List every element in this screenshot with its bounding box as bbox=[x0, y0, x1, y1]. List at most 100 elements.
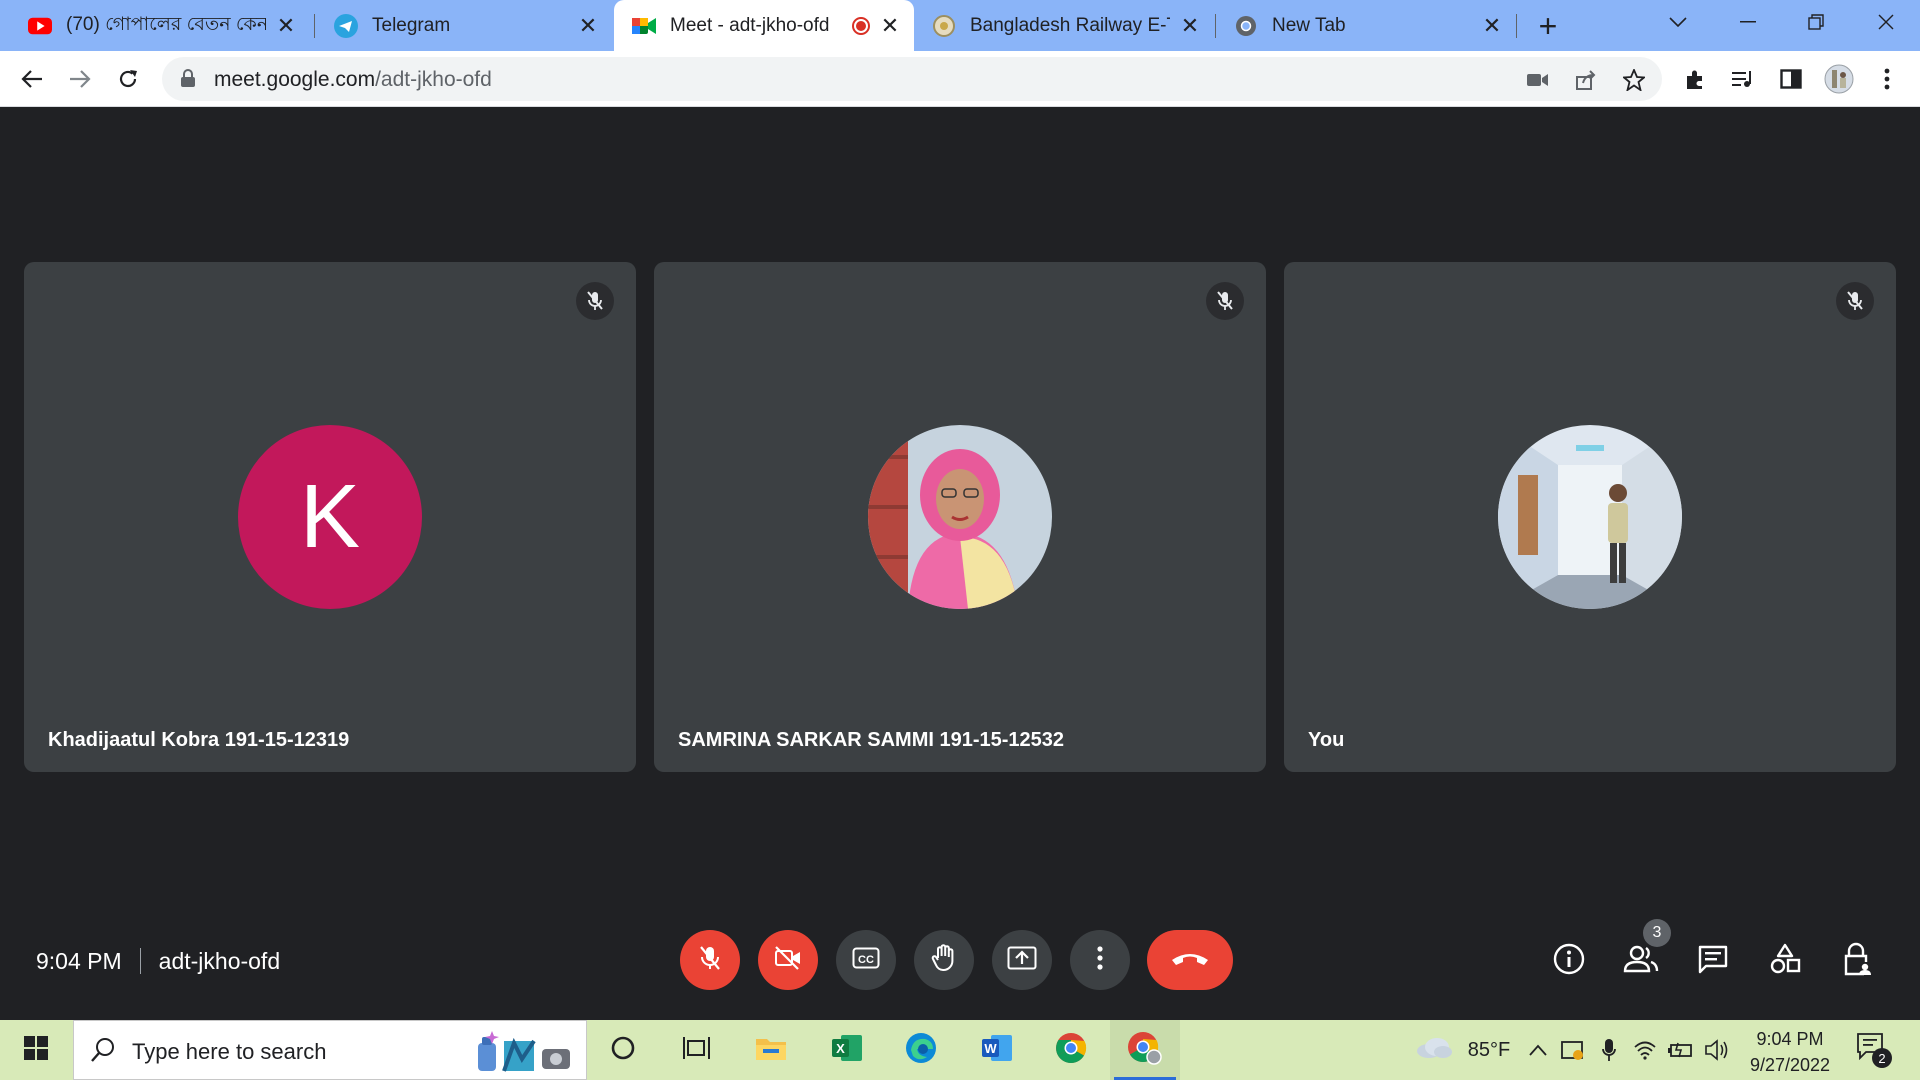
windows-logo-icon bbox=[24, 1035, 48, 1065]
word-icon: W bbox=[981, 1033, 1013, 1068]
camera-in-use-icon[interactable] bbox=[1526, 68, 1550, 92]
restore-icon[interactable] bbox=[1796, 6, 1836, 38]
close-tab-icon[interactable]: ✕ bbox=[576, 13, 600, 38]
weather-temperature[interactable]: 85°F bbox=[1458, 1020, 1520, 1080]
avatar bbox=[1498, 425, 1682, 609]
info-icon bbox=[1553, 943, 1585, 980]
meeting-time: 9:04 PM bbox=[36, 947, 122, 974]
close-tab-icon[interactable]: ✕ bbox=[878, 13, 902, 38]
end-call-button[interactable] bbox=[1147, 930, 1233, 990]
camera-off-icon bbox=[774, 945, 802, 975]
taskbar-search[interactable]: Type here to search bbox=[73, 1020, 587, 1080]
cortana-button[interactable] bbox=[588, 1020, 658, 1080]
railway-icon bbox=[932, 14, 956, 38]
present-screen-button[interactable] bbox=[992, 930, 1052, 990]
participant-tile[interactable]: K Khadijaatul Kobra 191-15-12319 bbox=[24, 262, 636, 772]
chat-button[interactable] bbox=[1692, 940, 1734, 982]
address-bar[interactable]: meet.google.com/adt-jkho-ofd bbox=[162, 57, 1662, 101]
participant-count-badge: 3 bbox=[1643, 919, 1671, 947]
url-host: meet.google.com bbox=[214, 68, 376, 91]
excel-icon: X bbox=[831, 1033, 863, 1068]
lock-icon[interactable] bbox=[180, 68, 202, 90]
present-screen-icon bbox=[1007, 946, 1037, 975]
meeting-code: adt-jkho-ofd bbox=[158, 947, 281, 974]
chrome-profile-icon bbox=[1127, 1031, 1163, 1070]
tab-new-tab[interactable]: New Tab ✕ bbox=[1216, 0, 1516, 51]
mic-toggle-button[interactable] bbox=[680, 930, 740, 990]
close-tab-icon[interactable]: ✕ bbox=[274, 13, 298, 38]
task-view-button[interactable] bbox=[662, 1020, 732, 1080]
close-tab-icon[interactable]: ✕ bbox=[1178, 13, 1202, 38]
chrome-icon bbox=[1234, 14, 1258, 38]
taskbar-edge[interactable] bbox=[886, 1020, 956, 1080]
divider bbox=[139, 948, 141, 974]
participant-name: You bbox=[1308, 729, 1345, 751]
tab-railway[interactable]: Bangladesh Railway E-Ticl ✕ bbox=[914, 0, 1214, 51]
side-panel-icon[interactable] bbox=[1776, 64, 1806, 94]
show-hidden-icons-icon[interactable] bbox=[1524, 1020, 1552, 1080]
windows-taskbar: Type here to search X W 85°F 9:04 PM 9/2… bbox=[0, 1020, 1920, 1080]
tab-title: Meet - adt-jkho-ofd bbox=[670, 14, 830, 36]
tab-meet[interactable]: Meet - adt-jkho-ofd ✕ bbox=[614, 0, 914, 51]
close-window-icon[interactable] bbox=[1866, 6, 1906, 38]
chat-icon bbox=[1697, 944, 1729, 979]
tab-youtube[interactable]: (70) গোপালের বেতন কেন ✕ bbox=[10, 0, 310, 51]
meeting-info: 9:04 PM adt-jkho-ofd bbox=[36, 944, 280, 978]
wifi-icon[interactable] bbox=[1630, 1020, 1660, 1080]
notification-center-button[interactable]: 2 bbox=[1856, 1032, 1892, 1068]
weather-widget[interactable] bbox=[1410, 1020, 1458, 1080]
participant-tile[interactable]: SAMRINA SARKAR SAMMI 191-15-12532 bbox=[654, 262, 1266, 772]
search-highlight-illustration-icon[interactable] bbox=[470, 1029, 576, 1075]
avatar bbox=[868, 425, 1052, 609]
share-icon[interactable] bbox=[1574, 68, 1598, 92]
activities-button[interactable] bbox=[1764, 940, 1806, 982]
browser-toolbar: meet.google.com/adt-jkho-ofd bbox=[0, 51, 1920, 107]
profile-avatar-icon[interactable] bbox=[1824, 64, 1854, 94]
back-button[interactable] bbox=[14, 61, 50, 97]
tab-divider bbox=[314, 14, 315, 38]
mic-off-icon bbox=[576, 282, 614, 320]
start-button[interactable] bbox=[0, 1020, 72, 1080]
taskbar-excel[interactable]: X bbox=[812, 1020, 882, 1080]
raise-hand-button[interactable] bbox=[914, 930, 974, 990]
meeting-details-button[interactable] bbox=[1548, 940, 1590, 982]
system-clock[interactable]: 9:04 PM 9/27/2022 bbox=[1730, 1026, 1850, 1078]
minimize-icon[interactable] bbox=[1728, 6, 1768, 38]
taskbar-chrome-profile[interactable] bbox=[1110, 1020, 1180, 1080]
browser-menu-icon[interactable] bbox=[1872, 64, 1902, 94]
forward-button[interactable] bbox=[62, 61, 98, 97]
captions-button[interactable]: CC bbox=[836, 930, 896, 990]
cloud-icon bbox=[1415, 1037, 1453, 1064]
edge-icon bbox=[905, 1032, 937, 1069]
taskbar-chrome[interactable] bbox=[1036, 1020, 1106, 1080]
notification-count-badge: 2 bbox=[1872, 1048, 1892, 1068]
taskbar-file-explorer[interactable] bbox=[736, 1020, 806, 1080]
taskbar-word[interactable]: W bbox=[962, 1020, 1032, 1080]
reload-button[interactable] bbox=[110, 61, 146, 97]
battery-icon[interactable] bbox=[1666, 1020, 1696, 1080]
raise-hand-icon bbox=[931, 943, 957, 977]
url-text: meet.google.com/adt-jkho-ofd bbox=[214, 68, 492, 92]
media-control-icon[interactable] bbox=[1728, 64, 1758, 94]
more-options-button[interactable] bbox=[1070, 930, 1130, 990]
captions-icon: CC bbox=[852, 947, 880, 974]
new-tab-button[interactable]: + bbox=[1532, 8, 1564, 44]
host-controls-lock-icon bbox=[1842, 942, 1872, 981]
close-tab-icon[interactable]: ✕ bbox=[1480, 13, 1504, 38]
participant-name: SAMRINA SARKAR SAMMI 191-15-12532 bbox=[678, 729, 1065, 751]
tray-app-icon[interactable] bbox=[1558, 1020, 1588, 1080]
file-explorer-icon bbox=[755, 1035, 787, 1066]
bookmark-star-icon[interactable] bbox=[1622, 68, 1646, 92]
volume-icon[interactable] bbox=[1702, 1020, 1732, 1080]
search-placeholder: Type here to search bbox=[132, 1039, 327, 1064]
cortana-circle-icon bbox=[610, 1035, 636, 1066]
camera-toggle-button[interactable] bbox=[758, 930, 818, 990]
tab-telegram[interactable]: Telegram ✕ bbox=[316, 0, 612, 51]
tab-divider bbox=[1516, 14, 1517, 38]
tab-search-icon[interactable] bbox=[1658, 6, 1698, 38]
participant-tile[interactable]: You bbox=[1284, 262, 1896, 772]
host-controls-button[interactable] bbox=[1836, 940, 1878, 982]
microphone-in-use-icon[interactable] bbox=[1594, 1020, 1624, 1080]
participant-name: Khadijaatul Kobra 191-15-12319 bbox=[48, 729, 350, 751]
extensions-icon[interactable] bbox=[1680, 64, 1710, 94]
